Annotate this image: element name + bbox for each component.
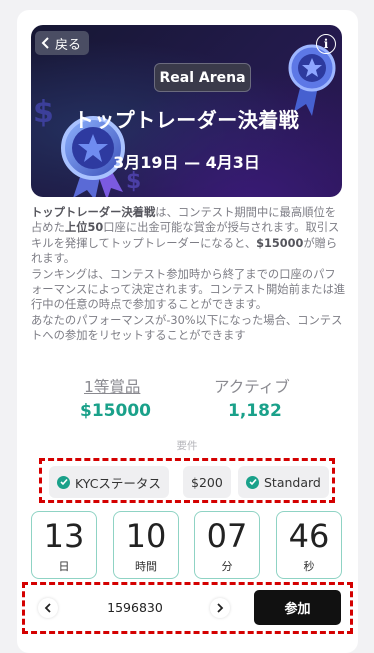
join-button[interactable]: 参加 <box>254 590 341 625</box>
contest-title: トップトレーダー決着戦 <box>73 108 300 132</box>
requirement-deposit: $200 <box>183 466 231 498</box>
description-paragraph-2: ランキングは、コンテスト参加時から終了までの口座のパフォーマンスによって決定され… <box>31 267 346 312</box>
prev-account-button[interactable] <box>38 598 58 618</box>
arena-badge: Real Arena <box>154 63 251 92</box>
description-paragraph-3: あなたのパフォーマンスが-30%以下になった場合、コンテストへの参加をリセットす… <box>31 313 343 343</box>
countdown-unit: 日 <box>58 560 70 573</box>
description-contest-name: トップトレーダー決着戦 <box>31 206 156 219</box>
back-button-label: 戻る <box>55 37 82 53</box>
contest-banner: $ $ 戻る i Real Arena トップトレーダー決着戦 3月19日 — … <box>31 25 342 197</box>
countdown-hours: 10 時間 <box>113 511 179 579</box>
chevron-left-icon <box>44 603 51 613</box>
next-account-button[interactable] <box>210 598 230 618</box>
countdown-value: 13 <box>43 517 85 555</box>
countdown-unit: 分 <box>221 560 233 573</box>
requirement-label: $200 <box>191 474 223 490</box>
countdown-value: 10 <box>125 517 167 555</box>
chevron-right-icon <box>217 603 224 613</box>
check-icon <box>246 475 259 489</box>
prize-label: 1等賞品 <box>84 378 141 396</box>
prize-value: $15000 <box>80 401 151 421</box>
info-icon[interactable]: i <box>316 34 336 54</box>
contest-description: トップトレーダー決着戦は、コンテスト期間中に最高順位を占めた上位50口座に出金可… <box>31 205 346 344</box>
countdown-seconds: 46 秒 <box>276 511 342 579</box>
countdown-value: 07 <box>206 517 248 555</box>
requirements-label: 要件 <box>176 440 198 452</box>
countdown-days: 13 日 <box>31 511 97 579</box>
requirement-label: KYCステータス <box>75 475 161 491</box>
info-icon-glyph: i <box>323 37 329 51</box>
requirement-label: Standard <box>264 474 321 490</box>
active-value: 1,182 <box>228 401 282 421</box>
check-icon <box>57 475 70 489</box>
countdown-unit: 時間 <box>135 560 157 573</box>
account-number: 1596830 <box>107 600 163 615</box>
chevron-left-icon <box>41 37 49 49</box>
countdown-value: 46 <box>288 517 330 555</box>
contest-dates: 3月19日 — 4月3日 <box>113 153 260 172</box>
back-button[interactable]: 戻る <box>35 31 90 55</box>
countdown-minutes: 07 分 <box>194 511 260 579</box>
active-label: アクティブ <box>214 378 290 396</box>
requirement-account-type: Standard <box>238 466 329 498</box>
description-paragraph-1: トップトレーダー決着戦は、コンテスト期間中に最高順位を占めた上位50口座に出金可… <box>31 205 346 267</box>
description-prize: $15000 <box>256 236 304 250</box>
description-top-count: 上位50 <box>64 221 104 235</box>
countdown-unit: 秒 <box>303 560 315 573</box>
requirement-kyc: KYCステータス <box>49 466 169 498</box>
medal-illustration: $ $ <box>33 95 141 197</box>
